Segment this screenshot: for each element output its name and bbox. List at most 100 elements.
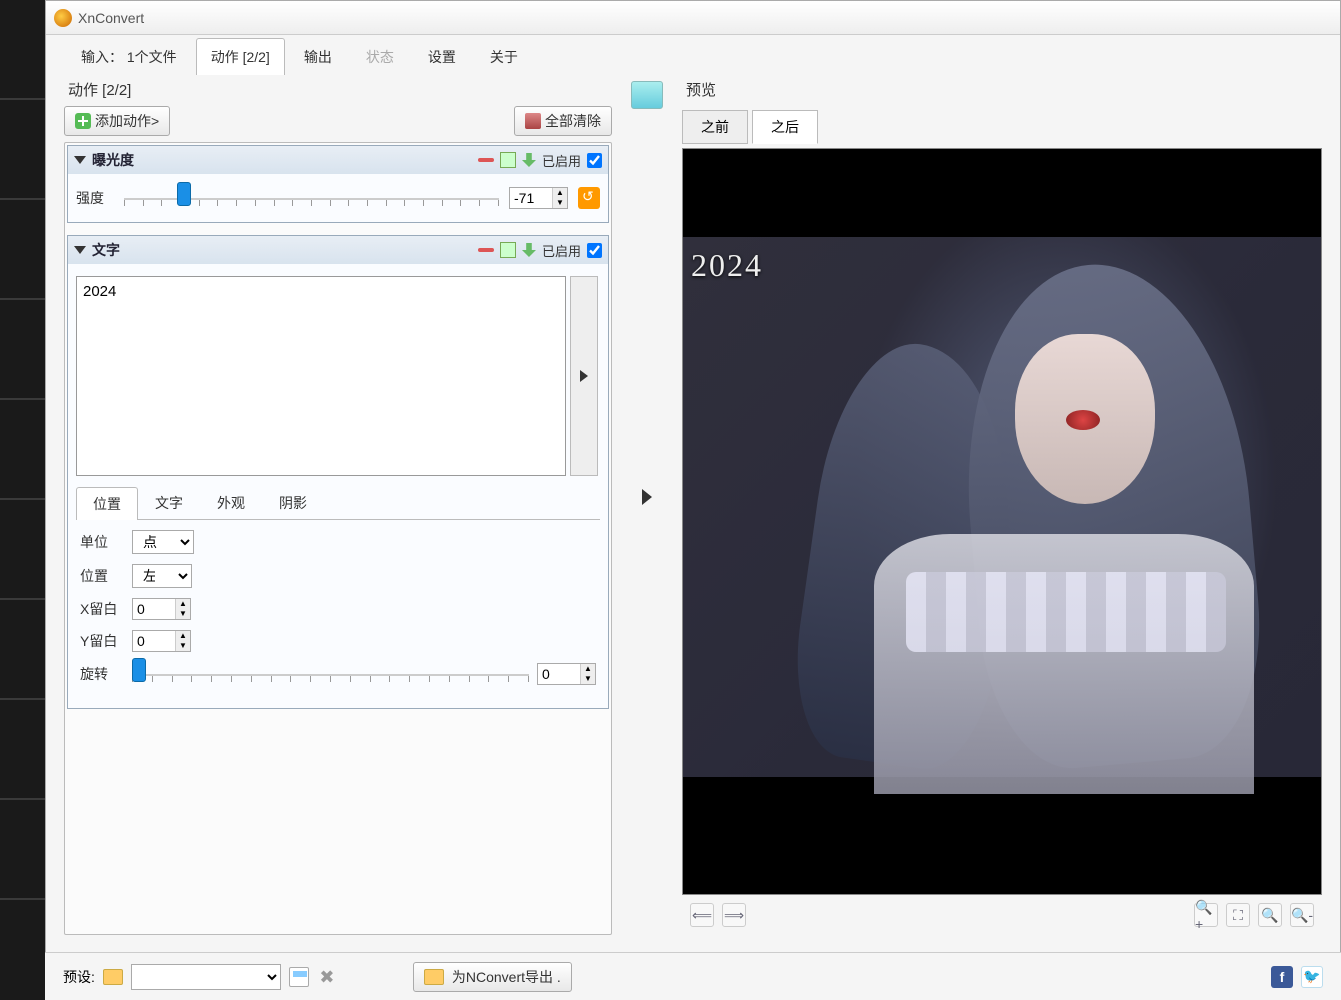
- middle-column: [620, 75, 674, 935]
- intensity-spinner[interactable]: ▲▼: [509, 187, 568, 209]
- save-preset-icon[interactable]: [289, 967, 309, 987]
- export-label: 为NConvert导出 .: [452, 967, 561, 987]
- enabled-checkbox[interactable]: [587, 153, 602, 168]
- app-title: XnConvert: [78, 10, 144, 26]
- enabled-label: 已启用: [542, 241, 581, 260]
- action-header-icons: 已启用: [478, 151, 602, 170]
- add-action-button[interactable]: 添加动作>: [64, 106, 170, 136]
- rotate-spinner[interactable]: ▲▼: [537, 663, 596, 685]
- action-text-header: 文字 已启用: [68, 236, 608, 264]
- rotate-slider[interactable]: [132, 662, 529, 686]
- clear-all-label: 全部清除: [545, 111, 601, 131]
- intensity-slider[interactable]: [124, 186, 499, 210]
- zoom-in-icon[interactable]: 🔍+: [1194, 903, 1218, 927]
- spin-up-icon[interactable]: ▲: [176, 631, 190, 641]
- tab-about[interactable]: 关于: [475, 38, 533, 75]
- preset-select[interactable]: [131, 964, 281, 990]
- unit-select[interactable]: 点: [132, 530, 194, 554]
- enabled-checkbox[interactable]: [587, 243, 602, 258]
- picture-icon[interactable]: [631, 81, 663, 109]
- position-form: 单位 点 位置 左上 X留白 ▲▼: [76, 520, 600, 696]
- clear-all-button[interactable]: 全部清除: [514, 106, 612, 136]
- zoom-out-icon[interactable]: 🔍-: [1290, 903, 1314, 927]
- fit-window-icon[interactable]: ⛶: [1226, 903, 1250, 927]
- subtab-position[interactable]: 位置: [76, 487, 138, 520]
- preview-title: 预览: [682, 75, 1322, 106]
- tab-settings[interactable]: 设置: [413, 38, 471, 75]
- preview-watermark: 2024: [691, 247, 763, 284]
- action-exposure-title: 曝光度: [92, 150, 472, 170]
- y-margin-spinner[interactable]: ▲▼: [132, 630, 191, 652]
- copy-action-icon[interactable]: [500, 152, 516, 168]
- preview-canvas: 2024: [682, 148, 1322, 895]
- preview-image: [683, 237, 1321, 777]
- spin-down-icon[interactable]: ▼: [581, 674, 595, 684]
- move-down-icon[interactable]: [522, 243, 536, 257]
- folder-icon[interactable]: [103, 969, 123, 985]
- app-icon: [54, 9, 72, 27]
- delete-preset-icon[interactable]: ✖: [317, 967, 337, 987]
- action-text: 文字 已启用 2024: [67, 235, 609, 709]
- tab-status: 状态: [351, 38, 409, 75]
- footer-bar: 预设: ✖ 为NConvert导出 . f 🐦: [45, 952, 1341, 1000]
- desktop-left-strip: [0, 0, 45, 1000]
- chevron-down-icon[interactable]: [74, 156, 86, 164]
- spin-up-icon[interactable]: ▲: [581, 664, 595, 674]
- expand-text-icon[interactable]: [571, 277, 597, 475]
- tab-actions[interactable]: 动作 [2/2]: [196, 38, 285, 75]
- actions-column: 动作 [2/2] 添加动作> 全部清除 曝光度: [64, 75, 612, 935]
- titlebar: XnConvert: [46, 1, 1340, 35]
- position-select[interactable]: 左上: [132, 564, 192, 588]
- rotate-input[interactable]: [538, 664, 580, 684]
- zoom-actual-icon[interactable]: 🔍: [1258, 903, 1282, 927]
- plus-icon: [75, 113, 91, 129]
- copy-action-icon[interactable]: [500, 242, 516, 258]
- preview-toolbar: ⟸ ⟹ 🔍+ ⛶ 🔍 🔍-: [682, 895, 1322, 935]
- content-area: 动作 [2/2] 添加动作> 全部清除 曝光度: [46, 75, 1340, 935]
- action-exposure: 曝光度 已启用 强度: [67, 145, 609, 223]
- move-down-icon[interactable]: [522, 153, 536, 167]
- tab-input[interactable]: 输入： 1个文件: [66, 38, 192, 75]
- x-margin-input[interactable]: [133, 599, 175, 619]
- spin-up-icon[interactable]: ▲: [553, 188, 567, 198]
- reset-icon[interactable]: [578, 187, 600, 209]
- broom-icon: [525, 113, 541, 129]
- action-text-title: 文字: [92, 240, 472, 260]
- next-image-icon[interactable]: ⟹: [722, 903, 746, 927]
- preview-tab-before[interactable]: 之前: [682, 110, 748, 144]
- collapse-arrow-icon[interactable]: [642, 489, 652, 505]
- actions-title: 动作 [2/2]: [64, 75, 612, 106]
- action-header-icons: 已启用: [478, 241, 602, 260]
- position-label: 位置: [80, 566, 124, 586]
- text-side-buttons: [570, 276, 598, 476]
- action-text-body: 2024 位置 文字 外观 阴影: [68, 264, 608, 708]
- preview-column: 预览 之前 之后 2024 ⟸ ⟹: [682, 75, 1322, 935]
- text-sub-tabs: 位置 文字 外观 阴影: [76, 486, 600, 520]
- watermark-text-input[interactable]: 2024: [76, 276, 566, 476]
- export-nconvert-button[interactable]: 为NConvert导出 .: [413, 962, 572, 992]
- remove-action-icon[interactable]: [478, 248, 494, 252]
- facebook-icon[interactable]: f: [1271, 966, 1293, 988]
- spin-down-icon[interactable]: ▼: [176, 609, 190, 619]
- chevron-down-icon[interactable]: [74, 246, 86, 254]
- spin-down-icon[interactable]: ▼: [176, 641, 190, 651]
- main-tabs: 输入： 1个文件 动作 [2/2] 输出 状态 设置 关于: [46, 35, 1340, 75]
- intensity-label: 强度: [76, 188, 114, 208]
- spin-down-icon[interactable]: ▼: [553, 198, 567, 208]
- x-margin-spinner[interactable]: ▲▼: [132, 598, 191, 620]
- y-margin-input[interactable]: [133, 631, 175, 651]
- actions-toolbar: 添加动作> 全部清除: [64, 106, 612, 136]
- intensity-input[interactable]: [510, 188, 552, 208]
- spin-up-icon[interactable]: ▲: [176, 599, 190, 609]
- twitter-icon[interactable]: 🐦: [1301, 966, 1323, 988]
- tab-output[interactable]: 输出: [289, 38, 347, 75]
- app-window: XnConvert 输入： 1个文件 动作 [2/2] 输出 状态 设置 关于 …: [45, 0, 1341, 1000]
- remove-action-icon[interactable]: [478, 158, 494, 162]
- subtab-appearance[interactable]: 外观: [200, 486, 262, 519]
- subtab-text[interactable]: 文字: [138, 486, 200, 519]
- preview-tab-after[interactable]: 之后: [752, 110, 818, 144]
- rotate-label: 旋转: [80, 664, 124, 684]
- prev-image-icon[interactable]: ⟸: [690, 903, 714, 927]
- subtab-shadow[interactable]: 阴影: [262, 486, 324, 519]
- y-margin-label: Y留白: [80, 631, 124, 651]
